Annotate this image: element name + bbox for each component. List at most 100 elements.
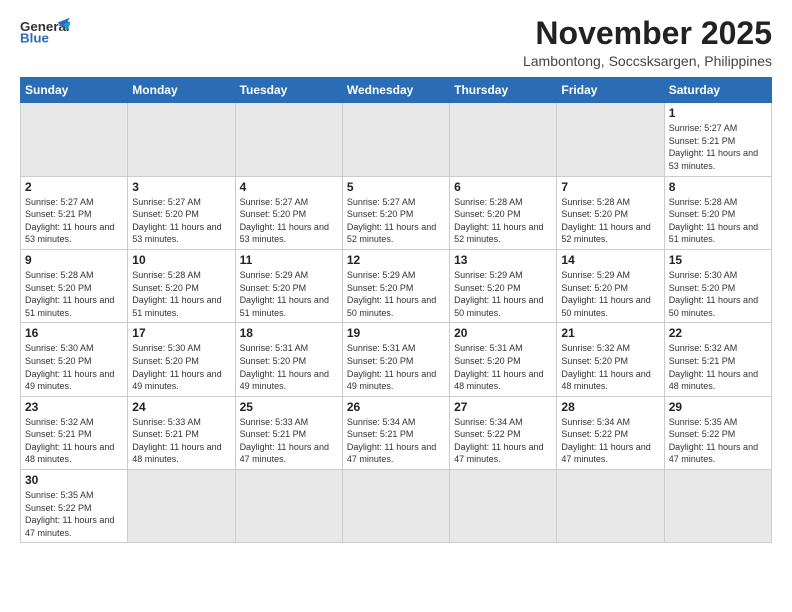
cell-info: Sunrise: 5:29 AMSunset: 5:20 PMDaylight:…: [347, 269, 445, 319]
daylight: Daylight: 11 hours and 53 minutes.: [132, 222, 221, 245]
calendar-row-3: 16Sunrise: 5:30 AMSunset: 5:20 PMDayligh…: [21, 323, 772, 396]
cell-info: Sunrise: 5:28 AMSunset: 5:20 PMDaylight:…: [454, 196, 552, 246]
sunset: Sunset: 5:20 PM: [240, 209, 307, 219]
sunset: Sunset: 5:22 PM: [561, 429, 628, 439]
day-number: 4: [240, 180, 338, 194]
day-number: 27: [454, 400, 552, 414]
calendar-cell: [128, 470, 235, 543]
day-number: 5: [347, 180, 445, 194]
sunrise: Sunrise: 5:30 AM: [132, 343, 201, 353]
daylight: Daylight: 11 hours and 52 minutes.: [561, 222, 650, 245]
sunrise: Sunrise: 5:32 AM: [561, 343, 630, 353]
sunrise: Sunrise: 5:33 AM: [240, 417, 309, 427]
sunrise: Sunrise: 5:29 AM: [454, 270, 523, 280]
sunset: Sunset: 5:20 PM: [561, 283, 628, 293]
calendar-cell: 10Sunrise: 5:28 AMSunset: 5:20 PMDayligh…: [128, 249, 235, 322]
daylight: Daylight: 11 hours and 51 minutes.: [132, 295, 221, 318]
sunrise: Sunrise: 5:34 AM: [454, 417, 523, 427]
calendar-cell: 16 Sunrise: 5:30 AMSunset: 5:20 PMDayligh…: [21, 323, 128, 396]
calendar-row-0: 1Sunrise: 5:27 AMSunset: 5:21 PMDaylight…: [21, 103, 772, 176]
sunrise: Sunrise: 5:27 AM: [669, 123, 738, 133]
daylight: Daylight: 11 hours and 52 minutes.: [454, 222, 543, 245]
calendar-cell: 28Sunrise: 5:34 AMSunset: 5:22 PMDayligh…: [557, 396, 664, 469]
daylight: Daylight: 11 hours and 51 minutes.: [240, 295, 329, 318]
weekday-header-thursday: Thursday: [450, 78, 557, 103]
calendar-cell: 19Sunrise: 5:31 AMSunset: 5:20 PMDayligh…: [342, 323, 449, 396]
calendar-cell: [450, 470, 557, 543]
day-number: 14: [561, 253, 659, 267]
sunset: Sunset: 5:22 PM: [454, 429, 521, 439]
daylight: Daylight: 11 hours and 53 minutes.: [669, 148, 758, 171]
sunrise: Sunrise: 5:35 AM: [669, 417, 738, 427]
daylight: Daylight: 11 hours and 47 minutes.: [669, 442, 758, 465]
sunrise: Sunrise: 5:31 AM: [454, 343, 523, 353]
sunrise: Sunrise: 5:31 AM: [347, 343, 416, 353]
weekday-header-row: SundayMondayTuesdayWednesdayThursdayFrid…: [21, 78, 772, 103]
daylight: Daylight: 11 hours and 51 minutes.: [669, 222, 758, 245]
day-number: 16: [25, 326, 123, 340]
cell-info: Sunrise: 5:27 AM Sunset: 5:21 PM Daylight:…: [669, 122, 767, 172]
sunset: Sunset: 5:20 PM: [132, 356, 199, 366]
calendar-cell: 11Sunrise: 5:29 AMSunset: 5:20 PMDayligh…: [235, 249, 342, 322]
sunset: Sunset: 5:20 PM: [561, 209, 628, 219]
calendar-cell: 22Sunrise: 5:32 AMSunset: 5:21 PMDayligh…: [664, 323, 771, 396]
daylight: Daylight: 11 hours and 49 minutes.: [347, 369, 436, 392]
calendar-cell: 29 Sunrise: 5:35 AMSunset: 5:22 PMDayligh…: [664, 396, 771, 469]
sunrise: Sunrise: 5:27 AM: [347, 197, 416, 207]
sunrise: Sunrise: 5:27 AM: [132, 197, 201, 207]
calendar-row-4: 23Sunrise: 5:32 AMSunset: 5:21 PMDayligh…: [21, 396, 772, 469]
daylight: Daylight: 11 hours and 47 minutes.: [561, 442, 650, 465]
day-number: 8: [669, 180, 767, 194]
page: General Blue November 2025 Lambontong, S…: [0, 0, 792, 612]
calendar-cell: 30Sunrise: 5:35 AMSunset: 5:22 PMDayligh…: [21, 470, 128, 543]
calendar-cell: 17Sunrise: 5:30 AMSunset: 5:20 PMDayligh…: [128, 323, 235, 396]
svg-text:Blue: Blue: [20, 31, 49, 46]
cell-info: Sunrise: 5:35 AMSunset: 5:22 PMDaylight:…: [669, 416, 767, 466]
sunrise: Sunrise: 5:35 AM: [25, 490, 94, 500]
daylight: Daylight: 11 hours and 48 minutes.: [132, 442, 221, 465]
sunrise: Sunrise: 5:29 AM: [240, 270, 309, 280]
day-number: 18: [240, 326, 338, 340]
cell-info: Sunrise: 5:28 AMSunset: 5:20 PMDaylight:…: [561, 196, 659, 246]
sunrise: Sunrise: 5:28 AM: [669, 197, 738, 207]
calendar-cell: 14Sunrise: 5:29 AMSunset: 5:20 PMDayligh…: [557, 249, 664, 322]
cell-info: Sunrise: 5:32 AMSunset: 5:21 PMDaylight:…: [669, 342, 767, 392]
cell-info: Sunrise: 5:30 AMSunset: 5:20 PMDaylight:…: [669, 269, 767, 319]
weekday-header-saturday: Saturday: [664, 78, 771, 103]
sunset: Sunset: 5:21 PM: [669, 136, 736, 146]
calendar-cell: 6Sunrise: 5:28 AMSunset: 5:20 PMDaylight…: [450, 176, 557, 249]
logo: General Blue: [20, 16, 70, 46]
calendar-cell: 23Sunrise: 5:32 AMSunset: 5:21 PMDayligh…: [21, 396, 128, 469]
calendar-cell: 5Sunrise: 5:27 AMSunset: 5:20 PMDaylight…: [342, 176, 449, 249]
sunset: Sunset: 5:21 PM: [347, 429, 414, 439]
cell-info: Sunrise: 5:30 AMSunset: 5:20 PMDaylight:…: [25, 342, 123, 392]
calendar-cell: 26Sunrise: 5:34 AMSunset: 5:21 PMDayligh…: [342, 396, 449, 469]
daylight: Daylight: 11 hours and 51 minutes.: [25, 295, 114, 318]
month-title: November 2025: [523, 16, 772, 51]
day-number: 17: [132, 326, 230, 340]
sunset: Sunset: 5:20 PM: [347, 356, 414, 366]
sunset: Sunset: 5:20 PM: [561, 356, 628, 366]
sunset: Sunset: 5:20 PM: [240, 356, 307, 366]
sunrise: Sunrise: 5:29 AM: [561, 270, 630, 280]
calendar-table: SundayMondayTuesdayWednesdayThursdayFrid…: [20, 77, 772, 543]
daylight: Daylight: 11 hours and 50 minutes.: [454, 295, 543, 318]
daylight: Daylight: 11 hours and 48 minutes.: [669, 369, 758, 392]
calendar-cell: 3Sunrise: 5:27 AMSunset: 5:20 PMDaylight…: [128, 176, 235, 249]
title-block: November 2025 Lambontong, Soccsksargen, …: [523, 16, 772, 69]
sunrise: Sunrise: 5:34 AM: [347, 417, 416, 427]
sunset: Sunset: 5:21 PM: [25, 209, 92, 219]
cell-info: Sunrise: 5:29 AM Sunset: 5:20 PM Daylight:…: [454, 269, 552, 319]
cell-info: Sunrise: 5:28 AMSunset: 5:20 PMDaylight:…: [132, 269, 230, 319]
day-number: 29: [669, 400, 767, 414]
calendar-row-1: 2 Sunrise: 5:27 AM Sunset: 5:21 PM Daylight…: [21, 176, 772, 249]
calendar-cell: 13Sunrise: 5:29 AMSunset: 5:20 PMDayligh…: [450, 249, 557, 322]
cell-info: Sunrise: 5:33 AMSunset: 5:21 PMDaylight:…: [240, 416, 338, 466]
day-number: 23: [25, 400, 123, 414]
day-number: 2: [25, 180, 123, 194]
cell-info: Sunrise: 5:27 AMSunset: 5:20 PMDaylight:…: [132, 196, 230, 246]
calendar-cell: [664, 470, 771, 543]
sunrise: Sunrise: 5:28 AM: [25, 270, 94, 280]
sunset: Sunset: 5:20 PM: [454, 283, 521, 293]
daylight: Daylight: 11 hours and 53 minutes.: [240, 222, 329, 245]
